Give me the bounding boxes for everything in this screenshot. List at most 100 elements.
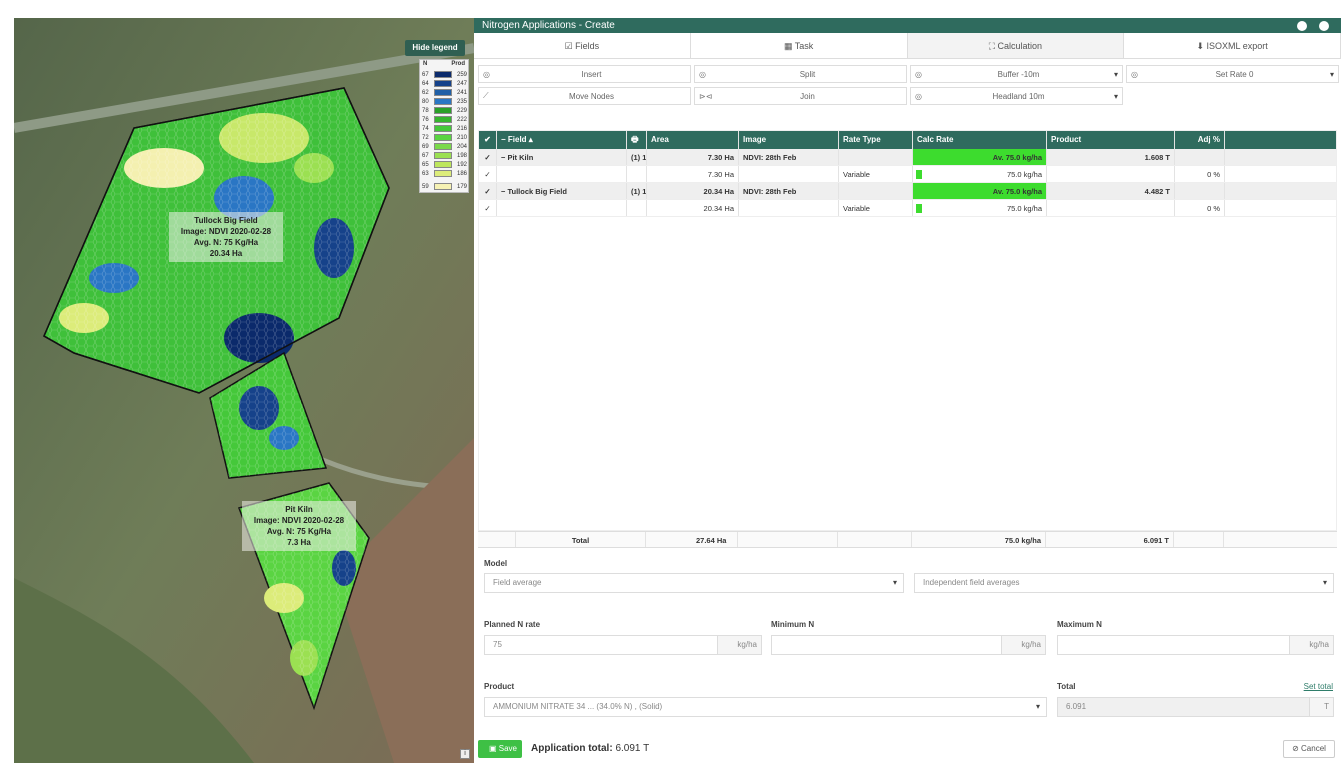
maximum-n-label: Maximum N [1057,620,1102,629]
row-calc-rate[interactable]: 75.0 kg/ha [913,166,1047,182]
legend-swatch [434,134,452,141]
legend-prod: 247 [456,80,467,87]
legend-n: 67 [422,71,429,78]
table-row[interactable]: ✓ − Tullock Big Field (1) 1 20.34 Ha NDVI: 2… [479,183,1336,200]
legend-prod: 235 [456,98,467,105]
field-label-avg: Avg. N: 75 Kg/Ha [193,238,259,247]
buffer-10m-button[interactable]: ◎ Buffer -10m ▾ [910,65,1123,83]
info-icon[interactable]: i [460,749,470,759]
chevron-down-icon[interactable]: ▾ [1324,70,1334,79]
legend-prod: 210 [456,134,467,141]
move-nodes-button[interactable]: ⟋ Move Nodes [478,87,691,105]
row-product [1047,166,1175,182]
row-calc-rate[interactable]: Av. 75.0 kg/ha [913,183,1047,199]
map-canvas[interactable] [14,18,474,763]
grid-header-8[interactable]: Adj % [1175,131,1225,149]
tab-label: Task [794,41,814,51]
row-check-icon[interactable]: ✓ [479,183,497,199]
split-button[interactable]: ◎ Split [694,65,907,83]
total-area: 27.64 Ha [646,532,738,547]
minimum-n-label: Minimum N [771,620,815,629]
table-row[interactable]: ✓ − Pit Kiln (1) 1 7.30 Ha NDVI: 28th Feb Av.… [479,149,1336,166]
total-label: Total [1057,682,1076,691]
product-label: Product [484,682,515,691]
grid-header-0[interactable]: ✔ [479,131,497,149]
grid-header-5[interactable]: Rate Type [839,131,913,149]
model-mode-select[interactable]: Independent field averages ▾ [914,573,1334,593]
row-calc-rate[interactable]: Av. 75.0 kg/ha [913,149,1047,165]
product-select[interactable]: AMMONIUM NITRATE 34 ... (34.0% N) , (Sol… [484,697,1047,717]
legend-row: 62 241 [421,88,467,97]
legend-n: 74 [422,125,429,132]
grid-header-1[interactable]: − Field ▴ [497,131,627,149]
row-image [739,166,839,182]
legend-row: 78 229 [421,106,467,115]
row-rate-type [839,149,913,165]
row-adj[interactable] [1175,183,1225,199]
table-row[interactable]: ✓ 20.34 Ha Variable 75.0 kg/ha 0 % [479,200,1336,217]
set-rate-0-button[interactable]: ◎ Set Rate 0 ▾ [1126,65,1339,83]
maximum-n-input[interactable]: kg/ha [1057,635,1334,655]
tab-fields[interactable]: ☑ Fields [474,33,691,58]
settings-icon[interactable] [1297,20,1307,31]
hide-legend-button[interactable]: Hide legend [405,40,465,56]
legend-prod: 229 [456,107,467,114]
tool-icon: ◎ [699,69,706,79]
tool-label: Buffer -10m [997,69,1040,79]
save-button[interactable]: ▣ Save [478,740,522,758]
legend-row: 72 210 [421,133,467,142]
row-check-icon[interactable]: ✓ [479,166,497,182]
field-label-area: 7.3 Ha [287,538,311,547]
row-image: NDVI: 28th Feb [739,183,839,199]
grid-header-7[interactable]: Product [1047,131,1175,149]
grid-header-3[interactable]: Area [647,131,739,149]
row-check-icon[interactable]: ✓ [479,149,497,165]
legend-n: 78 [422,107,429,114]
row-adj[interactable]: 0 % [1175,200,1225,216]
legend-swatch [434,116,452,123]
legend-swatch [434,170,452,177]
legend-row: 59 179 [421,182,467,191]
chevron-down-icon[interactable]: ▾ [1108,92,1118,101]
chevron-down-icon: ▾ [1322,578,1327,587]
application-total-label: Application total: [531,743,613,754]
field-label-name: Tullock Big Field [194,216,258,225]
row-adj[interactable]: 0 % [1175,166,1225,182]
row-adj[interactable] [1175,149,1225,165]
legend-swatch [434,143,452,150]
grid-header-2[interactable]: 🖶 [627,131,647,149]
tab-calculation[interactable]: ⛶ Calculation [907,33,1125,58]
set-total-link[interactable]: Set total [1304,682,1333,691]
row-count: (1) 1 [627,183,647,199]
total-unit: T [1309,698,1333,716]
headland-10m-button[interactable]: ◎ Headland 10m ▾ [910,87,1123,105]
grid-body: ✓ − Pit Kiln (1) 1 7.30 Ha NDVI: 28th Feb Av.… [479,149,1336,217]
tab-icon: ⬇ [1196,41,1205,51]
row-check-icon[interactable]: ✓ [479,200,497,216]
row-calc-rate[interactable]: 75.0 kg/ha [913,200,1047,216]
legend-row: 64 247 [421,79,467,88]
row-count [627,200,647,216]
field-map[interactable]: Hide legend N Prod 67 259 64 247 62 241 80 235 78… [14,18,474,763]
model-select[interactable]: Field average ▾ [484,573,904,593]
tab-isoxml-export[interactable]: ⬇ ISOXML export [1124,33,1341,58]
legend-prod: 222 [456,116,467,123]
dialog-tabs: ☑ Fields ▦ Task ⛶ Calculation ⬇ ISOXML expo… [474,33,1341,59]
tab-task[interactable]: ▦ Task [690,33,908,58]
grid-header-6[interactable]: Calc Rate [913,131,1047,149]
minimum-n-input[interactable]: kg/ha [771,635,1046,655]
table-row[interactable]: ✓ 7.30 Ha Variable 75.0 kg/ha 0 % [479,166,1336,183]
cancel-button[interactable]: ⊘ Cancel [1283,740,1335,758]
legend-swatch [434,89,452,96]
tool-icon: ⊳⊲ [699,91,713,101]
planned-n-label: Planned N rate [484,620,541,629]
insert-button[interactable]: ◎ Insert [478,65,691,83]
rate-bar [916,170,922,179]
join-button[interactable]: ⊳⊲ Join [694,87,907,105]
row-rate-type [839,183,913,199]
chevron-down-icon[interactable]: ▾ [1108,70,1118,79]
map-legend: N Prod 67 259 64 247 62 241 80 235 78 229 76 222 74 21… [419,59,469,193]
close-icon[interactable] [1319,20,1329,31]
planned-n-input[interactable]: 75 kg/ha [484,635,762,655]
grid-header-4[interactable]: Image [739,131,839,149]
